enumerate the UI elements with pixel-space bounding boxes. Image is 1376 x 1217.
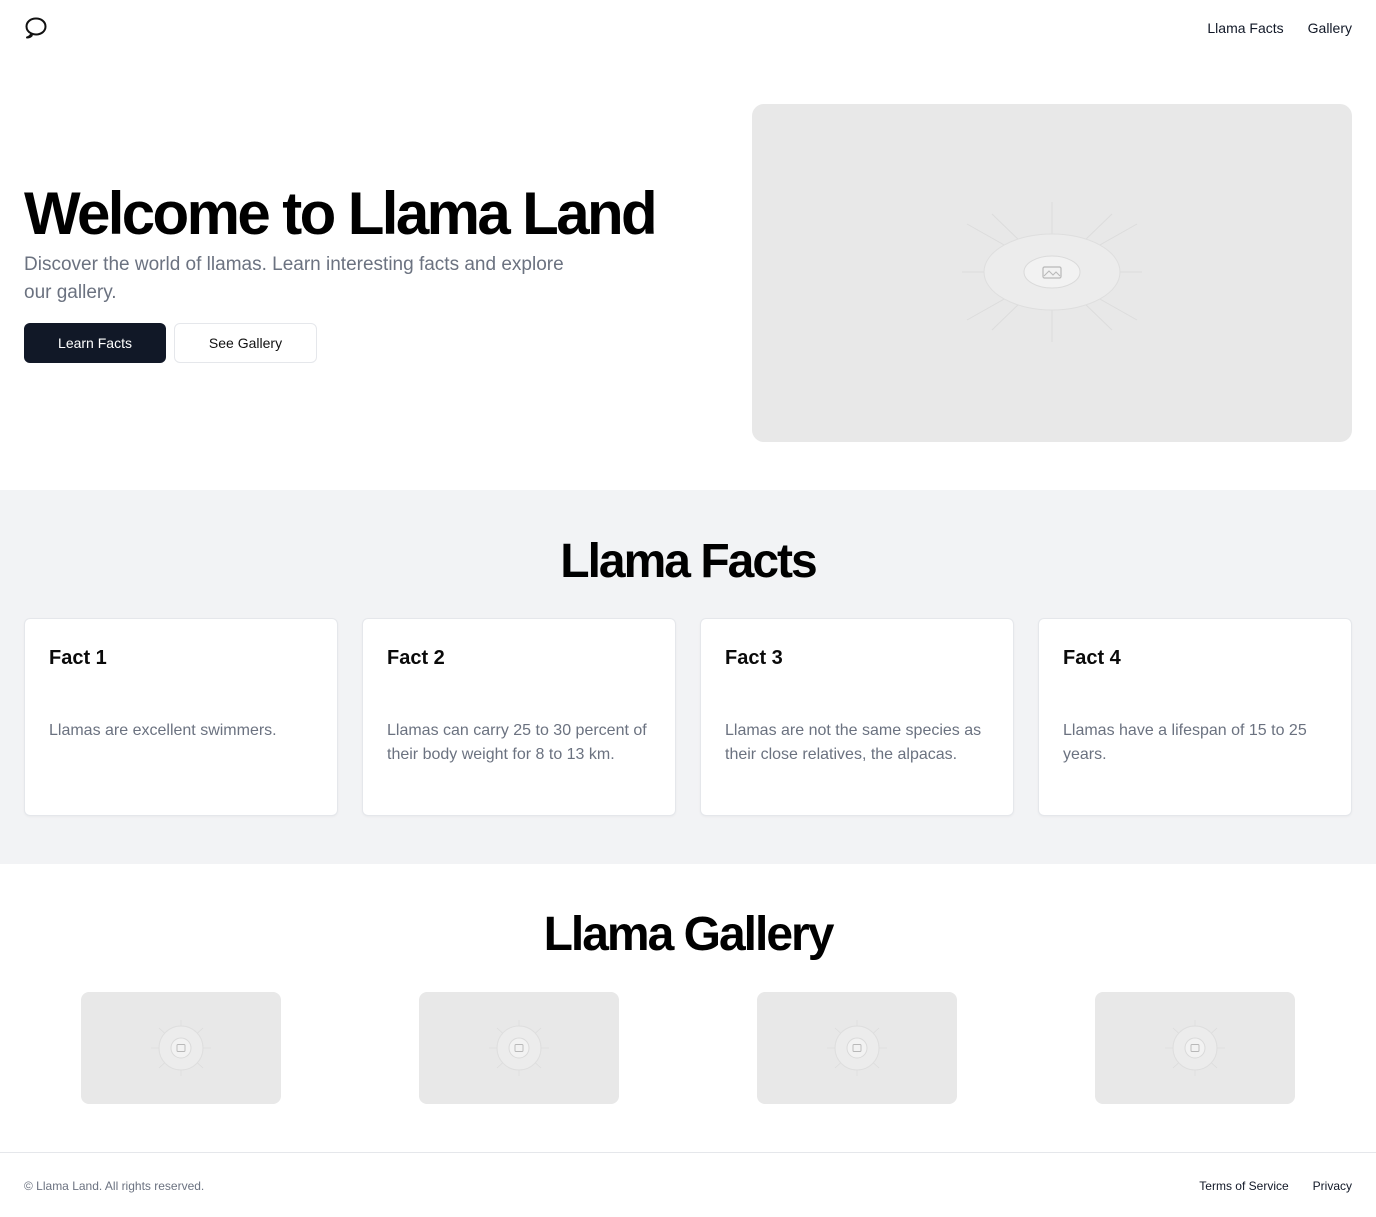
fact-card: Fact 2 Llamas can carry 25 to 30 percent… (362, 618, 676, 816)
hero-subtitle: Discover the world of llamas. Learn inte… (24, 254, 564, 303)
privacy-link[interactable]: Privacy (1313, 1178, 1352, 1194)
image-placeholder-icon (962, 202, 1142, 342)
site-header: Llama Facts Gallery (0, 0, 1376, 56)
fact-title: Fact 4 (1063, 647, 1121, 669)
site-footer: © Llama Land. All rights reserved. Terms… (0, 1152, 1376, 1217)
fact-text: Llamas have a lifespan of 15 to 25 years… (1063, 722, 1307, 763)
gallery-thumbnail[interactable] (757, 992, 957, 1104)
image-placeholder-icon (827, 1020, 887, 1076)
fact-text: Llamas are not the same species as their… (725, 722, 982, 763)
fact-card: Fact 3 Llamas are not the same species a… (700, 618, 1014, 816)
fact-title: Fact 1 (49, 647, 107, 669)
fact-title: Fact 2 (387, 647, 445, 669)
fact-text: Llamas can carry 25 to 30 percent of the… (387, 722, 647, 763)
facts-section-title: Llama Facts (560, 535, 817, 588)
hero-image-placeholder (752, 104, 1352, 442)
facts-section: Llama Facts Fact 1 Llamas are excellent … (0, 490, 1376, 864)
image-placeholder-icon (489, 1020, 549, 1076)
gallery-thumbnail[interactable] (419, 992, 619, 1104)
gallery-thumbnail[interactable] (1095, 992, 1295, 1104)
gallery-thumbnail[interactable] (81, 992, 281, 1104)
copyright-text: © Llama Land. All rights reserved. (24, 1179, 205, 1193)
speech-bubble-logo-icon[interactable] (24, 16, 48, 40)
footer-links: Terms of Service Privacy (1199, 1178, 1352, 1194)
image-placeholder-icon (1165, 1020, 1225, 1076)
fact-text: Llamas are excellent swimmers. (49, 722, 277, 739)
gallery-section-title: Llama Gallery (543, 908, 835, 961)
fact-card: Fact 4 Llamas have a lifespan of 15 to 2… (1038, 618, 1352, 816)
terms-of-service-link[interactable]: Terms of Service (1199, 1178, 1288, 1194)
see-gallery-button[interactable]: See Gallery (174, 323, 317, 363)
nav-link-gallery[interactable]: Gallery (1308, 19, 1352, 37)
fact-card: Fact 1 Llamas are excellent swimmers. (24, 618, 338, 816)
hero-title: Welcome to Llama Land (24, 180, 658, 247)
nav-link-llama-facts[interactable]: Llama Facts (1207, 19, 1283, 37)
fact-title: Fact 3 (725, 647, 783, 669)
main-nav: Llama Facts Gallery (1207, 19, 1352, 37)
learn-facts-button[interactable]: Learn Facts (24, 323, 166, 363)
image-placeholder-icon (151, 1020, 211, 1076)
